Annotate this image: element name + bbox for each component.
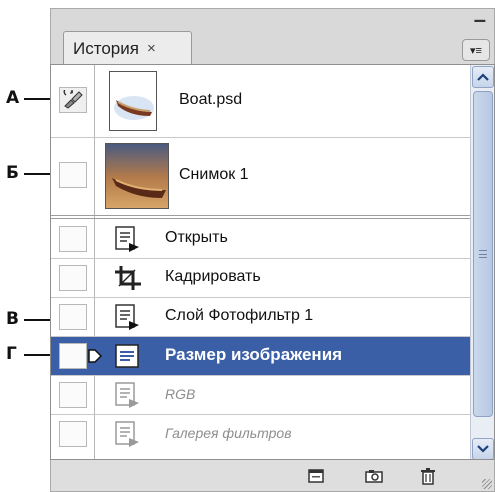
step-label: Галерея фильтров: [165, 425, 292, 441]
delete-state-button[interactable]: [417, 466, 439, 486]
history-brush-source[interactable]: [59, 343, 87, 369]
new-document-from-state-button[interactable]: [305, 466, 327, 486]
history-brush-source[interactable]: [59, 304, 87, 330]
snapshot-row-document[interactable]: Boat.psd: [51, 65, 471, 137]
history-panel: – История × ▾≡ Boat.psd Снимок 1 Открыть…: [50, 8, 495, 492]
callout-g: Г: [6, 344, 17, 364]
snapshot-row-1[interactable]: Снимок 1: [51, 138, 471, 215]
history-state-icon: [115, 344, 139, 368]
trash-icon: [421, 468, 435, 485]
snapshot-label-1: Снимок 1: [179, 166, 249, 183]
step-label: Размер изображения: [165, 345, 343, 364]
history-brush-source[interactable]: [59, 421, 87, 447]
step-label: Слой Фотофильтр 1: [165, 307, 314, 324]
history-brush-icon: [63, 90, 83, 109]
vertical-scrollbar[interactable]: [470, 65, 494, 459]
history-list: Boat.psd Снимок 1 Открыть Кадрировать Сл…: [50, 64, 495, 460]
scroll-down-button[interactable]: [472, 438, 494, 459]
step-label: RGB: [165, 386, 196, 402]
step-label: Кадрировать: [165, 268, 261, 285]
chevron-down-icon: [477, 445, 489, 453]
new-document-icon: [308, 469, 324, 483]
camera-icon: [365, 470, 383, 483]
history-state-icon: [115, 421, 139, 447]
history-brush-source[interactable]: [59, 226, 87, 252]
resize-grip-icon[interactable]: [482, 479, 492, 489]
collapse-button[interactable]: –: [474, 9, 486, 31]
panel-titlebar: – История × ▾≡: [50, 8, 495, 65]
tab-label: История: [73, 38, 139, 58]
tab-close-icon[interactable]: ×: [147, 40, 156, 57]
panel-menu-button[interactable]: ▾≡: [462, 39, 490, 61]
history-brush-source[interactable]: [59, 162, 87, 188]
history-brush-source[interactable]: [59, 87, 87, 113]
crop-icon: [115, 266, 141, 290]
history-state-slider-icon[interactable]: [87, 348, 103, 364]
step-label: Открыть: [165, 229, 228, 246]
boat-thumbnail: [105, 143, 169, 209]
history-step[interactable]: Кадрировать: [51, 259, 471, 297]
history-step[interactable]: Слой Фотофильтр 1: [51, 298, 471, 336]
history-state-icon: [115, 304, 139, 330]
history-step-selected[interactable]: Размер изображения: [51, 337, 471, 375]
history-brush-source[interactable]: [59, 382, 87, 408]
snapshot-label-document: Boat.psd: [179, 91, 243, 108]
new-snapshot-button[interactable]: [363, 466, 385, 486]
callout-a: А: [6, 88, 20, 108]
history-step-dimmed[interactable]: RGB: [51, 376, 471, 414]
chevron-up-icon: [477, 73, 489, 81]
history-step-dimmed[interactable]: Галерея фильтров: [51, 415, 471, 453]
history-state-icon: [115, 382, 139, 408]
scroll-thumb[interactable]: [473, 91, 493, 417]
boat-thumbnail: [109, 71, 157, 131]
history-state-icon: [115, 226, 139, 252]
snapshot-divider: [51, 215, 471, 219]
history-step[interactable]: Открыть: [51, 220, 471, 258]
callout-v: В: [6, 309, 19, 329]
grip-icon: [479, 250, 487, 258]
callout-b: Б: [6, 163, 19, 183]
panel-footer: [50, 460, 495, 492]
tab-history[interactable]: История ×: [63, 31, 192, 65]
history-brush-source[interactable]: [59, 265, 87, 291]
scroll-up-button[interactable]: [472, 66, 494, 88]
